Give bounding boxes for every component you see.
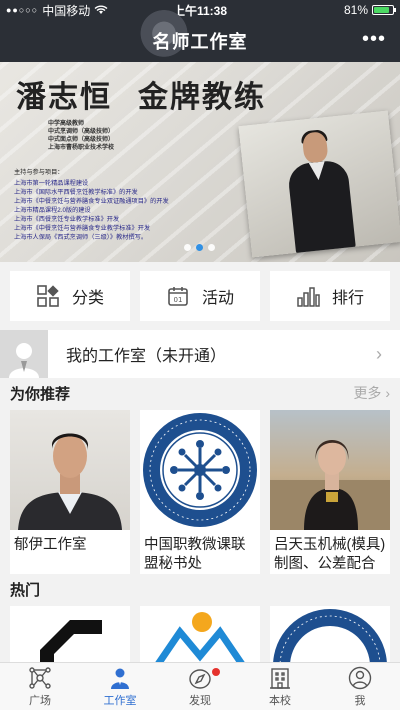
studio-card[interactable]: 中国职教微课联盟秘书处: [140, 410, 260, 578]
svg-text:01: 01: [174, 296, 183, 304]
hot-card[interactable]: [140, 606, 260, 662]
building-icon: [270, 667, 290, 689]
user-circle-icon: [348, 666, 372, 689]
calendar-icon: 01: [168, 287, 188, 306]
studio-card[interactable]: 吕天玉机械(模具)制图、公差配合与测...: [270, 410, 390, 578]
studio-card[interactable]: 郁伊工作室: [10, 410, 130, 578]
person-icon: [111, 668, 129, 689]
carousel-dot-active[interactable]: [196, 244, 203, 251]
seal-logo-image: [270, 606, 390, 662]
banner-honor: 金牌教练: [138, 80, 266, 115]
carrier-name: 中国移动: [42, 3, 91, 18]
ranking-button[interactable]: 排行: [270, 271, 390, 321]
banner-titles: 中学高级教师 中式烹调师（高级技师） 中式面点师（高级技师） 上海市曹杨职业技术…: [48, 121, 115, 151]
recommend-header: 为你推荐 更多 ›: [0, 378, 400, 408]
tab-bar: 广场 工作室 发现 本校 我: [0, 662, 400, 710]
more-link[interactable]: 更多 ›: [353, 383, 390, 403]
tab-discover[interactable]: 发现: [160, 663, 240, 710]
activity-button[interactable]: 01 活动: [140, 271, 260, 321]
hot-list: [0, 606, 400, 662]
hot-header: 热门: [0, 574, 400, 604]
tab-school[interactable]: 本校: [240, 663, 320, 710]
signal-strength-icon: ●●○○○: [6, 5, 39, 15]
hot-card[interactable]: [270, 606, 390, 662]
tab-square[interactable]: 广场: [0, 663, 80, 710]
battery-icon: [372, 5, 396, 15]
banner-carousel[interactable]: 潘志恒 金牌教练 中学高级教师 中式烹调师（高级技师） 中式面点师（高级技师） …: [0, 62, 400, 262]
tab-me[interactable]: 我: [320, 663, 400, 710]
more-menu-button[interactable]: •••: [362, 29, 386, 49]
page-title: 名师工作室: [152, 32, 248, 52]
studio-card-title: 郁伊工作室: [14, 537, 87, 553]
category-button[interactable]: 分类: [10, 271, 130, 321]
hot-card-image: [10, 606, 130, 662]
tab-label: 本校: [269, 694, 291, 707]
studio-card-image: [10, 410, 130, 530]
banner-projects: 主持与参与项目： 上海市第一轮精品课程建设 上海市《国际水平西餐烹饪教学标准》的…: [14, 169, 169, 241]
banner-name: 潘志恒: [16, 80, 112, 115]
carousel-indicator: [184, 244, 215, 251]
seal-logo-image: [140, 410, 260, 530]
my-studio-row[interactable]: 我的工作室（未开通） ›: [0, 330, 400, 378]
battery-percent: 81%: [343, 3, 368, 17]
status-bar: ●●○○○ 中国移动 上午11:38 81%: [0, 0, 400, 20]
hot-card[interactable]: [10, 606, 130, 662]
tab-label: 发现: [189, 694, 211, 707]
carousel-dot[interactable]: [184, 244, 191, 251]
tab-label: 我: [354, 694, 366, 707]
bar-chart-icon: [297, 287, 320, 307]
nav-bar: 名师工作室 •••: [0, 10, 400, 62]
notification-dot: [212, 668, 220, 676]
banner-photo: [238, 110, 400, 258]
studio-card-image: [270, 410, 390, 530]
compass-icon: [189, 668, 211, 689]
recommend-list: 郁伊工作室 中国职教微课联盟秘书处 吕天玉机械(模具)制图、公差配合: [0, 410, 400, 578]
activity-label: 活动: [201, 290, 234, 307]
carousel-dot[interactable]: [208, 244, 215, 251]
recommend-title: 为你推荐: [10, 385, 71, 403]
my-studio-label: 我的工作室（未开通）: [66, 348, 227, 365]
quick-actions: 分类 01 活动 排行: [0, 262, 400, 330]
tab-studio[interactable]: 工作室: [80, 663, 160, 710]
studio-card-title: 中国职教微课联盟秘书处: [144, 537, 246, 572]
default-avatar-icon: [0, 330, 48, 378]
grid-icon: [37, 285, 59, 307]
tab-label: 工作室: [103, 694, 137, 707]
wifi-icon: [94, 5, 108, 14]
hot-card-image: [140, 606, 260, 662]
category-label: 分类: [71, 290, 104, 307]
hot-title: 热门: [10, 581, 41, 599]
ranking-label: 排行: [331, 290, 364, 307]
tab-label: 广场: [29, 694, 51, 707]
studio-card-title: 吕天玉机械(模具)制图、公差配合与测...: [274, 537, 386, 578]
chevron-right-icon: ›: [376, 343, 382, 364]
network-icon: [29, 666, 51, 689]
